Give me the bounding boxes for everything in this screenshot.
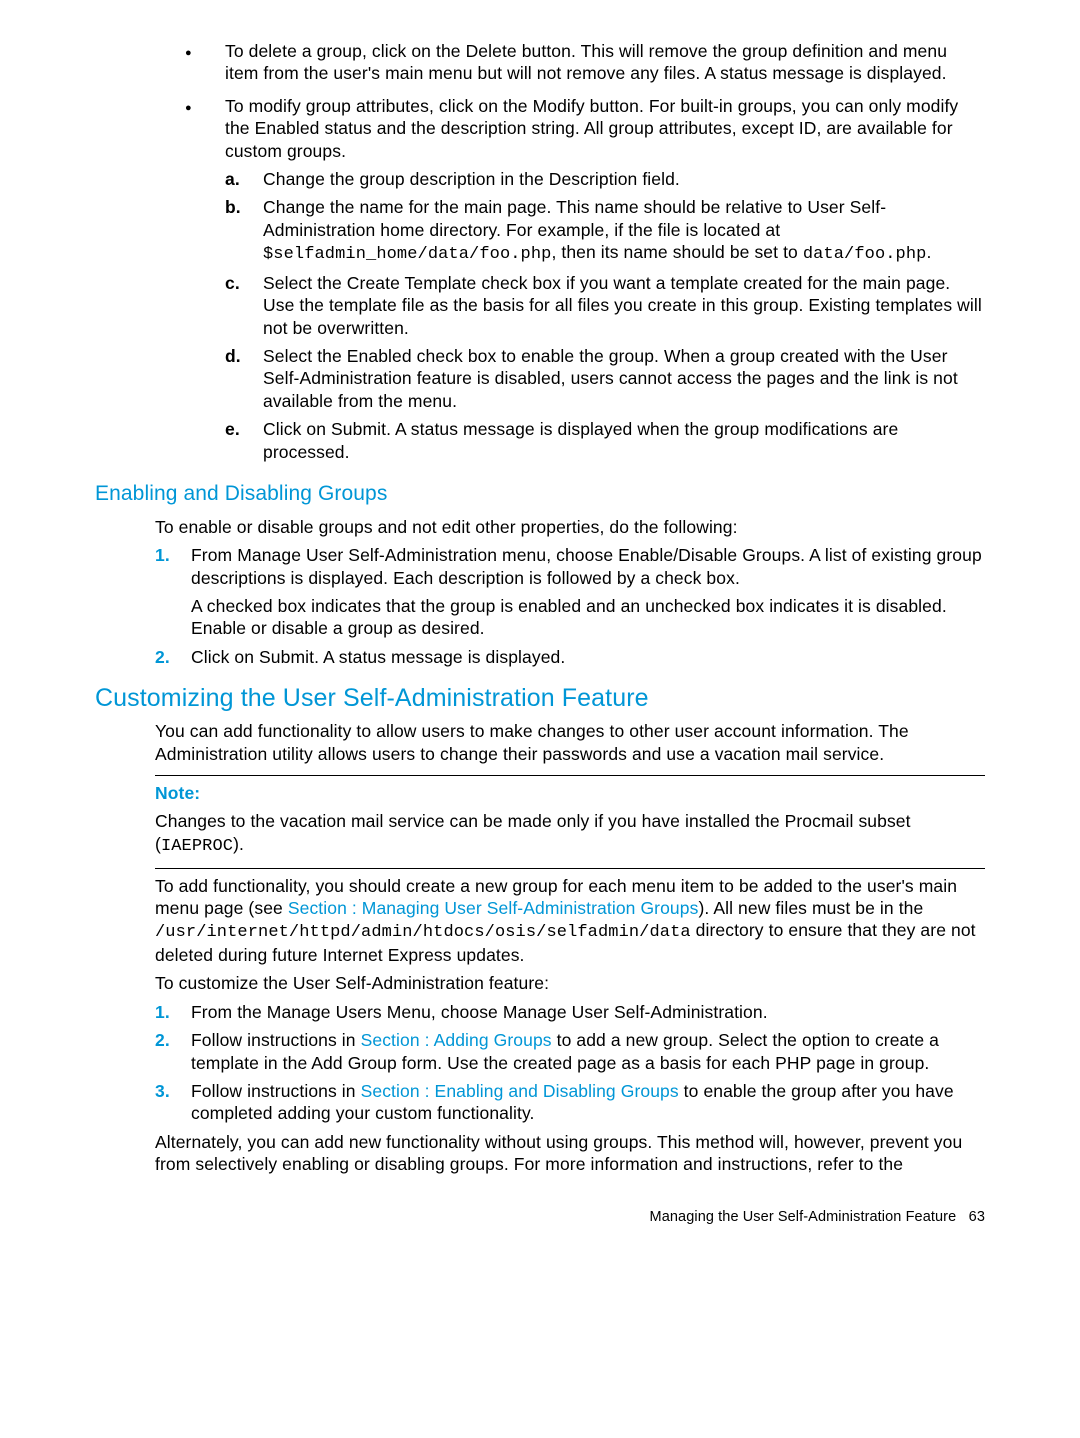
bullet-marker: ● xyxy=(185,95,225,463)
sub-step-a: a. Change the group description in the D… xyxy=(225,168,985,190)
bullet-lead-text: To modify group attributes, click on the… xyxy=(225,96,958,161)
sub-step-c: c. Select the Create Template check box … xyxy=(225,272,985,339)
code-path: /usr/internet/httpd/admin/htdocs/osis/se… xyxy=(155,923,691,942)
note-divider-top xyxy=(155,775,985,776)
sub-step-d: d. Select the Enabled check box to enabl… xyxy=(225,345,985,412)
text-segment: Follow instructions in xyxy=(191,1030,361,1050)
custom-steps-intro: To customize the User Self-Administratio… xyxy=(155,972,985,994)
alpha-marker: c. xyxy=(225,272,263,339)
step-text: Click on Submit. A status message is dis… xyxy=(191,646,985,668)
text-segment: A checked box indicates that the group i… xyxy=(191,595,985,640)
custom-steps: 1. From the Manage Users Menu, choose Ma… xyxy=(155,1001,985,1125)
alpha-text: Select the Create Template check box if … xyxy=(263,272,985,339)
top-bullet-list: ● To delete a group, click on the Delete… xyxy=(185,40,985,463)
code-path: $selfadmin_home/data/foo.php xyxy=(263,245,551,264)
text-segment: ). xyxy=(233,834,244,854)
alpha-marker: b. xyxy=(225,196,263,266)
step-number: 1. xyxy=(155,544,191,640)
alpha-text: Click on Submit. A status message is dis… xyxy=(263,418,985,463)
step-1: 1. From the Manage Users Menu, choose Ma… xyxy=(155,1001,985,1023)
note-label: Note: xyxy=(155,782,985,804)
code-path: data/foo.php xyxy=(803,245,927,264)
custom-alt-para: Alternately, you can add new functionali… xyxy=(155,1131,985,1176)
alpha-text: Select the Enabled check box to enable t… xyxy=(263,345,985,412)
bullet-modify-group: ● To modify group attributes, click on t… xyxy=(185,95,985,463)
bullet-marker: ● xyxy=(185,40,225,85)
page-footer: Managing the User Self-Administration Fe… xyxy=(95,1208,985,1227)
step-number: 2. xyxy=(155,1029,191,1074)
alpha-text: Change the group description in the Desc… xyxy=(263,168,985,190)
footer-page-number: 63 xyxy=(969,1209,985,1225)
step-number: 2. xyxy=(155,646,191,668)
text-segment: Follow instructions in xyxy=(191,1081,361,1101)
alpha-marker: d. xyxy=(225,345,263,412)
heading-customizing: Customizing the User Self-Administration… xyxy=(95,682,985,714)
enabling-intro: To enable or disable groups and not edit… xyxy=(155,516,985,538)
step-2: 2. Follow instructions in Section : Addi… xyxy=(155,1029,985,1074)
note-body: Changes to the vacation mail service can… xyxy=(155,810,985,857)
text-segment: From Manage User Self-Administration men… xyxy=(191,545,982,587)
link-managing-groups[interactable]: Section : Managing User Self-Administrat… xyxy=(288,898,699,918)
custom-add-func-para: To add functionality, you should create … xyxy=(155,875,985,967)
enabling-steps: 1. From Manage User Self-Administration … xyxy=(155,544,985,668)
text-segment: Change the name for the main page. This … xyxy=(263,197,886,239)
text-segment: , then its name should be set to xyxy=(551,242,802,262)
code-inline: IAEPROC xyxy=(161,837,233,856)
bullet-text: To modify group attributes, click on the… xyxy=(225,95,985,463)
footer-title: Managing the User Self-Administration Fe… xyxy=(650,1209,957,1225)
text-segment: Changes to the vacation mail service can… xyxy=(155,811,911,853)
heading-enabling-disabling: Enabling and Disabling Groups xyxy=(95,481,985,508)
note-divider-bottom xyxy=(155,868,985,869)
step-number: 3. xyxy=(155,1080,191,1125)
step-2: 2. Click on Submit. A status message is … xyxy=(155,646,985,668)
alpha-marker: e. xyxy=(225,418,263,463)
text-segment: ). All new files must be in the xyxy=(698,898,923,918)
step-1: 1. From Manage User Self-Administration … xyxy=(155,544,985,640)
step-3: 3. Follow instructions in Section : Enab… xyxy=(155,1080,985,1125)
step-number: 1. xyxy=(155,1001,191,1023)
step-text: Follow instructions in Section : Adding … xyxy=(191,1029,985,1074)
alpha-marker: a. xyxy=(225,168,263,190)
text-segment: . xyxy=(926,242,931,262)
sub-step-e: e. Click on Submit. A status message is … xyxy=(225,418,985,463)
bullet-text: To delete a group, click on the Delete b… xyxy=(225,40,985,85)
step-text: From Manage User Self-Administration men… xyxy=(191,544,985,640)
custom-intro-para: You can add functionality to allow users… xyxy=(155,720,985,765)
alpha-text: Change the name for the main page. This … xyxy=(263,196,985,266)
step-text: From the Manage Users Menu, choose Manag… xyxy=(191,1001,985,1023)
link-enabling-disabling-groups[interactable]: Section : Enabling and Disabling Groups xyxy=(361,1081,679,1101)
bullet-delete-group: ● To delete a group, click on the Delete… xyxy=(185,40,985,85)
sub-step-b: b. Change the name for the main page. Th… xyxy=(225,196,985,266)
link-adding-groups[interactable]: Section : Adding Groups xyxy=(361,1030,552,1050)
step-text: Follow instructions in Section : Enablin… xyxy=(191,1080,985,1125)
